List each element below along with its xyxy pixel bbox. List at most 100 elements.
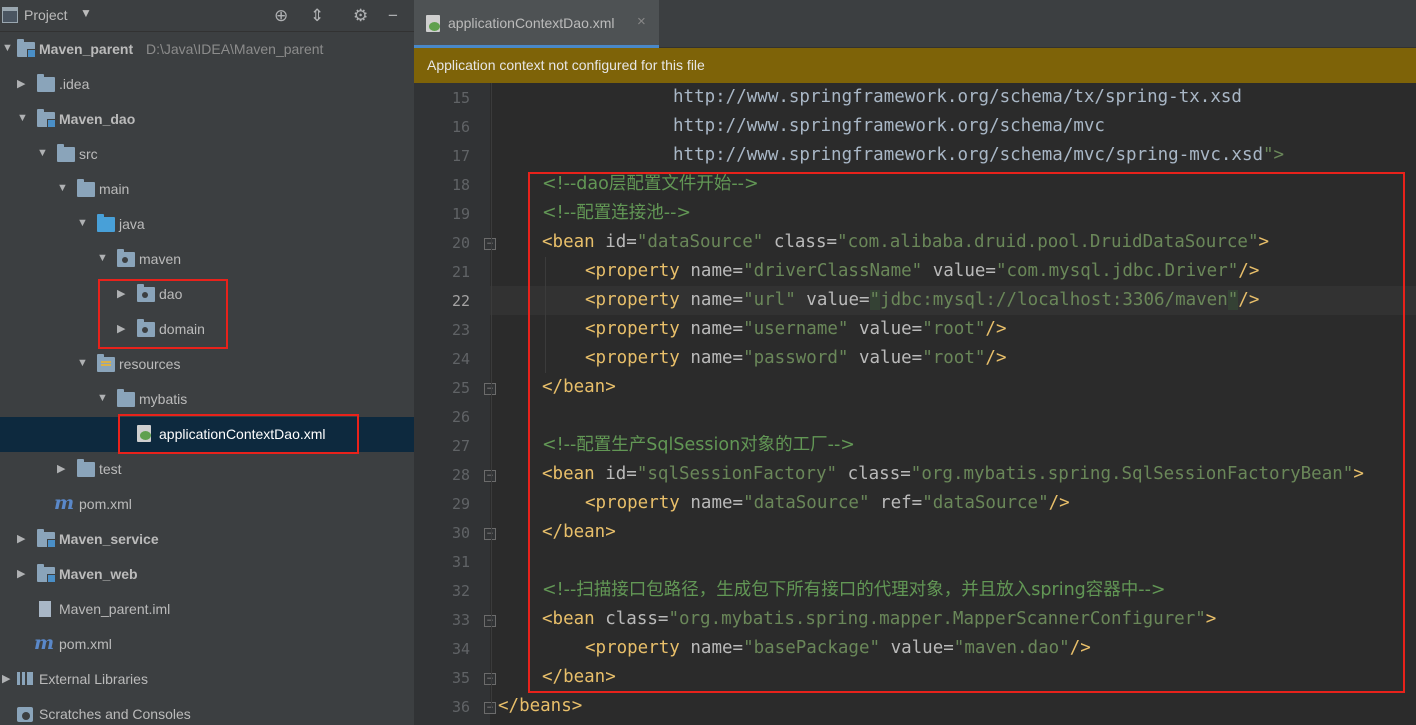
- expand-arrow-icon[interactable]: ▼: [2, 42, 13, 54]
- project-view-icon: [2, 7, 18, 23]
- code-line-32: <!--扫描接口包路径，生成包下所有接口的代理对象，并且放入spring容器中-…: [542, 580, 1166, 600]
- fold-icon[interactable]: −: [484, 470, 496, 482]
- tree-item-scratches[interactable]: Scratches and Consoles: [0, 697, 414, 725]
- fold-icon[interactable]: −: [484, 383, 496, 395]
- tree-item-external-libraries[interactable]: ▶ External Libraries: [0, 662, 414, 697]
- line-number: 33: [451, 611, 470, 629]
- tree-item-main[interactable]: ▼ main: [0, 172, 414, 207]
- collapsed-arrow-icon[interactable]: ▶: [57, 462, 65, 475]
- expand-arrow-icon[interactable]: ▼: [77, 217, 88, 229]
- fold-icon[interactable]: −: [484, 238, 496, 250]
- line-number: 16: [451, 118, 470, 136]
- spring-xml-file-icon: [426, 15, 440, 32]
- code-line-35: </bean>: [542, 667, 616, 687]
- tree-item-java[interactable]: ▼ java: [0, 207, 414, 242]
- expand-arrow-icon[interactable]: ▼: [17, 112, 28, 124]
- tree-item-test[interactable]: ▶ test: [0, 452, 414, 487]
- tree-item-maven-service[interactable]: ▶ Maven_service: [0, 522, 414, 557]
- target-icon[interactable]: ⊕: [274, 6, 288, 26]
- module-folder-icon: [17, 39, 36, 58]
- code-line-36: </beans>: [498, 696, 583, 716]
- line-number: 36: [451, 698, 470, 716]
- tree-item-maven-package[interactable]: ▼ maven: [0, 242, 414, 277]
- line-number: 23: [451, 321, 470, 339]
- indent-guide: [491, 83, 492, 708]
- tree-item-label: Maven_parent: [39, 41, 134, 57]
- project-view-selector[interactable]: Project: [24, 7, 68, 23]
- collapsed-arrow-icon[interactable]: ▶: [17, 532, 25, 545]
- tree-item-maven-parent-iml[interactable]: Maven_parent.iml: [0, 592, 414, 627]
- code-line-24: <property name="password" value="root"/>: [585, 348, 1007, 368]
- line-number: 18: [451, 176, 470, 194]
- tab-application-context-dao-xml[interactable]: applicationContextDao.xml ×: [414, 0, 659, 48]
- tree-item-label: maven: [139, 251, 182, 267]
- fold-icon[interactable]: −: [484, 528, 496, 540]
- collapse-icon[interactable]: ⇕: [310, 6, 324, 26]
- line-number: 27: [451, 437, 470, 455]
- code-editor[interactable]: 15 16 17 18 19 20 21 22 23 24 25 26 27 2…: [414, 83, 1416, 725]
- close-icon[interactable]: ×: [637, 13, 646, 30]
- collapsed-arrow-icon[interactable]: ▶: [17, 567, 25, 580]
- spring-xml-file-icon: [137, 425, 151, 442]
- expand-arrow-icon[interactable]: ▼: [77, 357, 88, 369]
- code-line-25: </bean>: [542, 377, 616, 397]
- folder-icon: [77, 179, 95, 197]
- library-icon: [17, 672, 33, 685]
- tree-item-application-context-dao-xml[interactable]: applicationContextDao.xml: [0, 417, 414, 452]
- code-line-33: <bean class="org.mybatis.spring.mapper.M…: [542, 609, 1217, 629]
- tab-label: applicationContextDao.xml: [448, 15, 615, 31]
- tree-item-maven-dao[interactable]: ▼ Maven_dao: [0, 102, 414, 137]
- tree-item-mybatis[interactable]: ▼ mybatis: [0, 382, 414, 417]
- tree-item-idea[interactable]: ▶ .idea: [0, 67, 414, 102]
- collapsed-arrow-icon[interactable]: ▶: [17, 77, 25, 90]
- maven-icon: m: [34, 632, 55, 654]
- expand-arrow-icon[interactable]: ▼: [97, 392, 108, 404]
- line-number: 28: [451, 466, 470, 484]
- folder-icon: [117, 389, 135, 407]
- gear-icon[interactable]: ⚙: [353, 6, 368, 26]
- fold-icon[interactable]: −: [484, 702, 496, 714]
- module-folder-icon: [37, 564, 56, 583]
- scratches-icon: [17, 707, 33, 722]
- tree-item-src[interactable]: ▼ src: [0, 137, 414, 172]
- editor-tab-bar: applicationContextDao.xml ×: [414, 0, 1416, 48]
- tree-item-parent-pom-xml[interactable]: m pom.xml: [0, 627, 414, 662]
- tree-item-maven-web[interactable]: ▶ Maven_web: [0, 557, 414, 592]
- fold-icon[interactable]: −: [484, 615, 496, 627]
- collapsed-arrow-icon[interactable]: ▶: [117, 287, 125, 300]
- tree-item-resources[interactable]: ▼ resources: [0, 347, 414, 382]
- line-number: 22: [451, 292, 470, 310]
- package-icon: [137, 319, 155, 337]
- chevron-down-icon[interactable]: ▼: [80, 6, 92, 20]
- collapsed-arrow-icon[interactable]: ▶: [2, 672, 10, 685]
- expand-arrow-icon[interactable]: ▼: [97, 252, 108, 264]
- indent-guide: [545, 257, 546, 373]
- expand-arrow-icon[interactable]: ▼: [57, 182, 68, 194]
- tree-item-dao-pom-xml[interactable]: m pom.xml: [0, 487, 414, 522]
- code-line-28: <bean id="sqlSessionFactory" class="org.…: [542, 464, 1364, 484]
- tree-item-label: main: [99, 181, 130, 197]
- notification-text: Application context not configured for t…: [427, 57, 705, 73]
- tree-item-domain-package[interactable]: ▶ domain: [0, 312, 414, 347]
- minus-icon[interactable]: −: [388, 6, 398, 26]
- line-number: 26: [451, 408, 470, 426]
- collapsed-arrow-icon[interactable]: ▶: [117, 322, 125, 335]
- code-line-29: <property name="dataSource" ref="dataSou…: [585, 493, 1070, 513]
- maven-icon: m: [54, 492, 75, 514]
- module-folder-icon: [37, 109, 56, 128]
- code-line-30: </bean>: [542, 522, 616, 542]
- line-number: 17: [451, 147, 470, 165]
- line-number: 34: [451, 640, 470, 658]
- code-line-15: http://www.springframework.org/schema/tx…: [673, 87, 1242, 107]
- tree-item-maven-parent[interactable]: ▼ Maven_parent D:\Java\IDEA\Maven_parent: [0, 32, 414, 67]
- tree-item-label: resources: [119, 356, 181, 372]
- tree-item-label: External Libraries: [39, 671, 148, 687]
- fold-icon[interactable]: −: [484, 673, 496, 685]
- code-line-17: http://www.springframework.org/schema/mv…: [673, 145, 1285, 165]
- tree-item-label: Maven_parent.iml: [59, 601, 171, 617]
- tree-item-label: mybatis: [139, 391, 188, 407]
- expand-arrow-icon[interactable]: ▼: [37, 147, 48, 159]
- line-number: 25: [451, 379, 470, 397]
- line-number: 31: [451, 553, 470, 571]
- tree-item-dao-package[interactable]: ▶ dao: [0, 277, 414, 312]
